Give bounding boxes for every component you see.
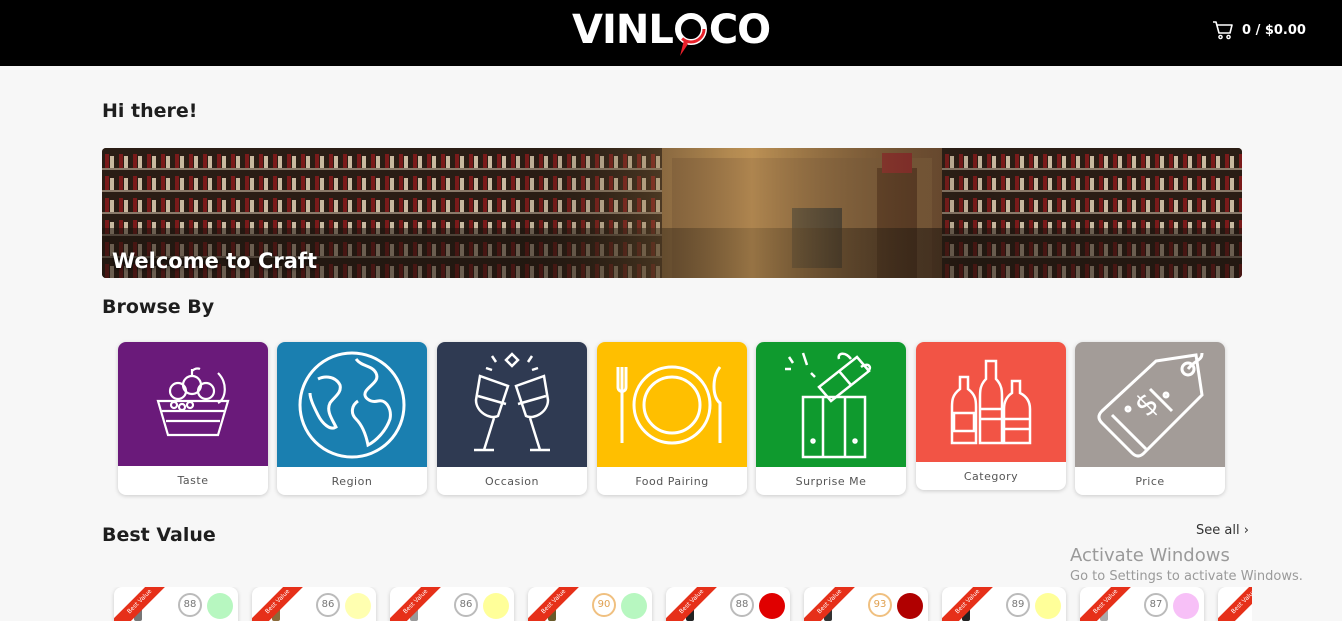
best-value-ribbon: Best Value [1218, 587, 1252, 621]
price-tag-icon: $ [1097, 352, 1204, 457]
best-value-ribbon: Best Value [1080, 587, 1140, 621]
score-badge: 93 [868, 593, 892, 617]
tile-surprise-me-art [756, 342, 906, 467]
tile-taste-label: Taste [177, 474, 209, 487]
svg-text:$: $ [1128, 385, 1166, 423]
wine-color-dot [207, 593, 233, 619]
globe-icon [298, 351, 406, 458]
score-badge: 86 [316, 593, 340, 617]
product-card[interactable]: Best Value 86 [252, 587, 376, 621]
tile-food-pairing-art [597, 342, 747, 467]
map-pin-icon [674, 8, 708, 56]
score-badge: 88 [178, 593, 202, 617]
fruit-basket-icon [156, 367, 230, 437]
product-card[interactable]: Best Value 88 [666, 587, 790, 621]
tile-food-pairing[interactable]: Food Pairing [597, 342, 747, 495]
cart-summary: 0 / $0.00 [1242, 22, 1306, 38]
wine-color-dot [897, 593, 923, 619]
tile-occasion-label: Occasion [485, 475, 539, 488]
watermark-title: Activate Windows [1070, 545, 1230, 566]
best-value-ribbon: Best Value [942, 587, 1002, 621]
best-value-cards: Best Value 88 Best Value 86 Best Value 8… [0, 587, 1252, 621]
best-value-ribbon: Best Value [390, 587, 450, 621]
tile-occasion-art [437, 342, 587, 467]
vinloco-logo[interactable]: VINL CO [572, 2, 771, 58]
wine-color-dot [621, 593, 647, 619]
store-banner[interactable]: Welcome to Craft [102, 148, 1242, 278]
best-value-ribbon: Best Value [252, 587, 312, 621]
tile-occasion[interactable]: Occasion [437, 342, 587, 495]
tile-surprise-me-label: Surprise Me [795, 475, 867, 488]
plate-cutlery-icon [616, 365, 722, 444]
product-card[interactable]: Best Value 90 [528, 587, 652, 621]
tile-category-art [916, 342, 1066, 462]
score-badge: 86 [454, 593, 478, 617]
product-card[interactable]: Best Value 88 [114, 587, 238, 621]
cart-icon [1213, 21, 1233, 40]
best-value-ribbon: Best Value [666, 587, 726, 621]
wine-color-dot [1035, 593, 1061, 619]
see-all-link[interactable]: See all › [1196, 523, 1249, 538]
tile-food-pairing-label: Food Pairing [635, 475, 709, 488]
best-value-heading: Best Value [102, 524, 216, 546]
watermark-subtitle: Go to Settings to activate Windows. [1070, 569, 1303, 584]
score-badge: 90 [592, 593, 616, 617]
best-value-ribbon: Best Value [528, 587, 588, 621]
greeting-text: Hi there! [102, 100, 198, 122]
toast-glasses-icon [474, 351, 550, 451]
product-card[interactable]: Best Value 87 [1080, 587, 1204, 621]
bottles-icon [950, 359, 1032, 445]
tile-category-label: Category [963, 470, 1019, 483]
wine-color-dot [483, 593, 509, 619]
tile-price-label: Price [1135, 475, 1165, 488]
product-card[interactable]: Best Value [1218, 587, 1252, 621]
banner-title: Welcome to Craft [112, 249, 318, 273]
gift-box-icon [785, 352, 872, 458]
score-badge: 87 [1144, 593, 1168, 617]
product-card[interactable]: Best Value 93 [804, 587, 928, 621]
top-bar: VINL CO 0 / $0.00 [0, 0, 1342, 66]
wine-color-dot [345, 593, 371, 619]
logo-text-left: VINL [572, 7, 674, 53]
tile-region-label: Region [331, 475, 373, 488]
wine-color-dot [1173, 593, 1199, 619]
logo-text-right: CO [708, 7, 771, 53]
tile-price[interactable]: $ Price [1075, 342, 1225, 495]
browse-by-heading: Browse By [102, 296, 215, 318]
tile-region[interactable]: Region [277, 342, 427, 495]
score-badge: 88 [730, 593, 754, 617]
windows-activation-watermark: Activate Windows Go to Settings to activ… [1070, 545, 1303, 584]
tile-price-art: $ [1075, 342, 1225, 467]
cart-button[interactable]: 0 / $0.00 [1212, 20, 1306, 40]
score-badge: 89 [1006, 593, 1030, 617]
tile-category[interactable]: Category [916, 342, 1066, 490]
wine-color-dot [759, 593, 785, 619]
tile-taste[interactable]: Taste [118, 342, 268, 495]
tile-taste-art [118, 342, 268, 466]
product-card[interactable]: Best Value 86 [390, 587, 514, 621]
tile-region-art [277, 342, 427, 467]
tile-surprise-me[interactable]: Surprise Me [756, 342, 906, 495]
product-card[interactable]: Best Value 89 [942, 587, 1066, 621]
best-value-ribbon: Best Value [114, 587, 174, 621]
best-value-ribbon: Best Value [804, 587, 864, 621]
